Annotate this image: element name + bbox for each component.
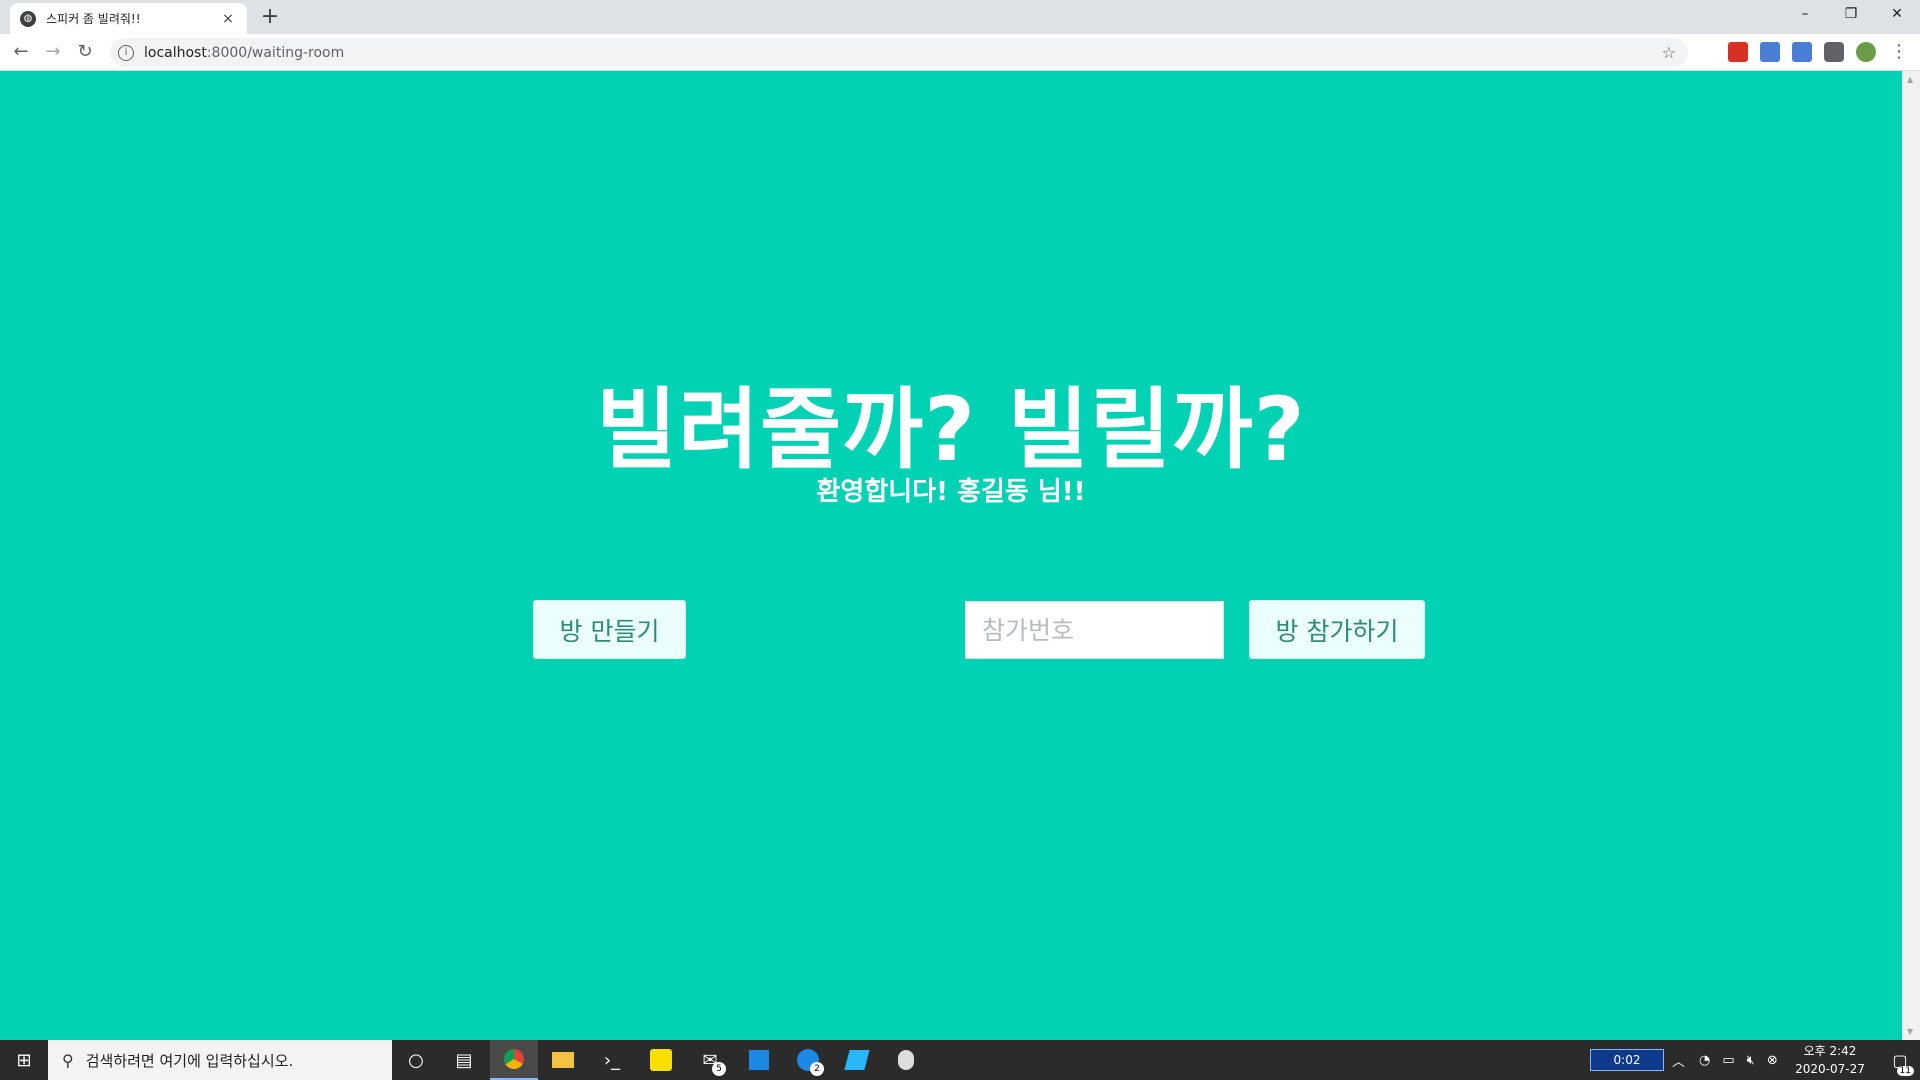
notification-count: 11 — [1896, 1066, 1914, 1076]
extension-translate-alt-icon[interactable] — [1792, 42, 1812, 62]
taskbar-clock[interactable]: 오후 2:42 2020-07-27 — [1780, 1042, 1880, 1078]
tab-title: 스피커 좀 빌려줘!! — [46, 12, 141, 26]
browser-tab-strip: ◍ 스피커 좀 빌려줘!! × + – ❐ ✕ — [0, 0, 1920, 34]
terminal-icon[interactable]: ›_ — [588, 1040, 636, 1080]
forward-arrow-icon[interactable]: → — [40, 40, 66, 66]
wifi-icon[interactable]: ◔ — [1699, 1053, 1710, 1068]
kakaotalk-icon[interactable] — [637, 1040, 685, 1080]
url-host: localhost — [144, 44, 207, 61]
clock-date: 2020-07-27 — [1795, 1062, 1865, 1076]
extension-translate-icon[interactable] — [1760, 42, 1780, 62]
tab-close-icon[interactable]: × — [219, 11, 237, 27]
file-explorer-icon[interactable] — [539, 1040, 587, 1080]
taskbar-search[interactable]: ⚲ 검색하려면 여기에 입력하십시오. — [48, 1040, 392, 1080]
address-bar[interactable]: i localhost:8000/waiting-room ☆ — [110, 38, 1688, 67]
cortana-icon[interactable]: ○ — [392, 1040, 440, 1080]
profile-avatar[interactable] — [1856, 42, 1876, 62]
extension-red-icon[interactable] — [1728, 42, 1748, 62]
tray-icons[interactable]: ︿ ◔ ▭ 🔇︎ ⊗ — [1672, 1040, 1778, 1080]
globe-icon: ◍ — [20, 10, 36, 27]
back-arrow-icon[interactable]: ← — [8, 40, 34, 66]
headline: 빌려줄까? 빌릴까? — [596, 378, 1306, 481]
info-icon[interactable]: i — [118, 44, 134, 61]
vscode-icon[interactable] — [833, 1040, 881, 1080]
task-view-icon[interactable]: ▤ — [440, 1040, 488, 1080]
scroll-down-icon[interactable]: ▼ — [1907, 1027, 1913, 1036]
windows-start-icon[interactable]: ⊞ — [0, 1040, 48, 1080]
calendar-icon[interactable] — [735, 1040, 783, 1080]
create-room-button[interactable]: 방 만들기 — [533, 600, 686, 659]
room-code-input[interactable] — [965, 601, 1224, 659]
maximize-button[interactable]: ❐ — [1828, 0, 1874, 30]
mail-icon[interactable]: ✉ 5 — [686, 1040, 734, 1080]
mail-badge: 5 — [712, 1062, 726, 1076]
close-window-button[interactable]: ✕ — [1874, 0, 1920, 30]
welcome-message: 환영합니다! 홍길동 님!! — [816, 477, 1086, 507]
notification-center-icon[interactable]: ▢ 11 — [1880, 1040, 1920, 1080]
windows-taskbar: ⊞ ⚲ 검색하려면 여기에 입력하십시오. ○ ▤ ›_ ✉ 5 2 0:02 ︿… — [0, 1040, 1920, 1080]
messenger-badge: 2 — [810, 1062, 824, 1076]
browser-toolbar: ← → ↻ i localhost:8000/waiting-room ☆ ⋮ — [0, 34, 1920, 71]
scroll-up-icon[interactable]: ▲ — [1907, 75, 1913, 84]
app-shield-icon[interactable] — [882, 1040, 930, 1080]
reload-icon[interactable]: ↻ — [72, 40, 98, 66]
page-scrollbar[interactable]: ▲ ▼ — [1902, 71, 1920, 1040]
status-x-icon[interactable]: ⊗ — [1767, 1053, 1778, 1068]
search-placeholder: 검색하려면 여기에 입력하십시오. — [85, 1051, 294, 1070]
extensions-puzzle-icon[interactable] — [1824, 42, 1844, 62]
minimize-button[interactable]: – — [1782, 0, 1828, 30]
url-path: :8000/waiting-room — [206, 44, 345, 61]
volume-muted-icon[interactable]: 🔇︎ — [1747, 1053, 1755, 1068]
chevron-up-icon[interactable]: ︿ — [1672, 1051, 1685, 1070]
battery-icon[interactable]: ▭ — [1722, 1053, 1734, 1068]
new-tab-button[interactable]: + — [258, 6, 282, 30]
browser-tab[interactable]: ◍ 스피커 좀 빌려줘!! × — [10, 3, 247, 34]
messenger-icon[interactable]: 2 — [784, 1040, 832, 1080]
join-room-button[interactable]: 방 참가하기 — [1249, 600, 1425, 659]
bookmark-star-icon[interactable]: ☆ — [1662, 43, 1676, 62]
chrome-icon[interactable] — [490, 1040, 538, 1080]
clock-time: 오후 2:42 — [1803, 1044, 1857, 1058]
search-icon: ⚲ — [62, 1050, 74, 1070]
waiting-room-page: 빌려줄까? 빌릴까? 환영합니다! 홍길동 님!! 방 만들기 방 참가하기 — [0, 71, 1902, 1040]
recording-timer[interactable]: 0:02 — [1590, 1049, 1664, 1071]
menu-kebab-icon[interactable]: ⋮ — [1886, 40, 1912, 66]
